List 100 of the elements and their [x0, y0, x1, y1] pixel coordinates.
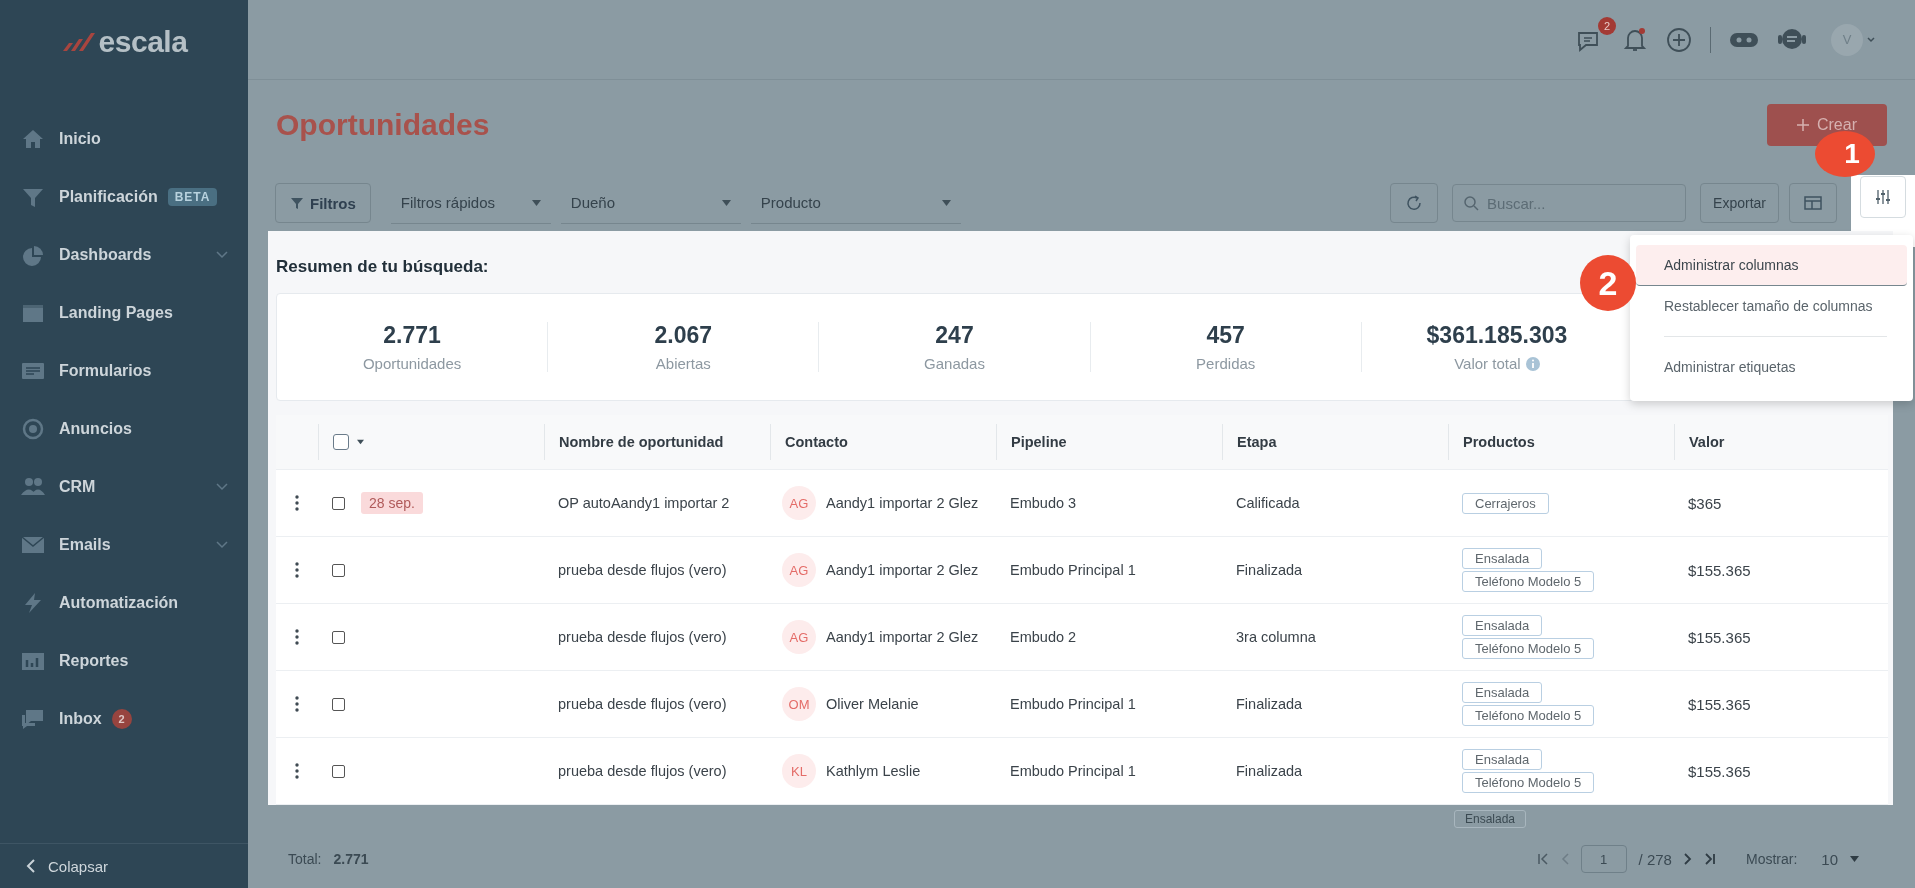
sidebar-item[interactable]: Anuncios — [0, 400, 248, 458]
page-count: / 278 — [1638, 850, 1672, 868]
row-checkbox[interactable] — [332, 630, 345, 644]
sliders-icon — [1875, 189, 1891, 205]
table-cell-text: Embudo 3 — [1009, 495, 1078, 511]
beta-badge: BETA — [167, 188, 218, 206]
table-cell-text: Finalizada — [1235, 696, 1304, 712]
stat-label: Perdidas — [1196, 355, 1256, 372]
contact-name: Oliver Melanie — [826, 696, 919, 712]
settings-button[interactable] — [1860, 176, 1906, 218]
row-checkbox[interactable] — [332, 496, 345, 510]
table-cell-text: prueba desde flujos (vero) — [557, 562, 728, 578]
caret-down-icon[interactable] — [1850, 856, 1859, 862]
show-label: Mostrar: — [1745, 851, 1798, 867]
product-tag: Ensalada — [1454, 810, 1527, 828]
table-cell-text: Finalizada — [1235, 763, 1304, 779]
sidebar-item[interactable]: Inicio — [0, 110, 248, 168]
stat-value: 2.771 — [383, 322, 441, 349]
column-header[interactable]: Etapa — [1222, 424, 1448, 460]
column-header[interactable]: Contacto — [770, 424, 996, 460]
stat-value: 2.067 — [654, 322, 713, 349]
more-vertical-icon[interactable] — [295, 696, 299, 712]
stat-label: Valor total — [1454, 355, 1521, 372]
table-cell-text: $365 — [1687, 494, 1723, 512]
bell-icon[interactable] — [1622, 25, 1648, 54]
export-button[interactable]: Exportar — [1700, 183, 1779, 223]
sidebar-item[interactable]: CRM — [0, 458, 248, 516]
chevron-right-icon[interactable] — [1683, 853, 1692, 865]
product-tag: Ensalada — [1462, 749, 1543, 770]
stat-value: 457 — [1206, 322, 1245, 349]
product-tag: Teléfono Modelo 5 — [1462, 638, 1595, 659]
funnel-icon — [290, 196, 304, 210]
layout-button[interactable] — [1789, 183, 1837, 223]
sidebar-item[interactable]: Planificación BETA — [0, 168, 248, 226]
table-cell-text: Embudo Principal 1 — [1009, 763, 1137, 779]
row-checkbox[interactable] — [332, 697, 345, 711]
more-vertical-icon[interactable] — [295, 562, 299, 578]
table-cell-text: Embudo Principal 1 — [1009, 696, 1137, 712]
last-page-icon[interactable] — [1703, 853, 1716, 865]
refresh-button[interactable] — [1390, 183, 1439, 223]
stat-label: Abiertas — [655, 355, 711, 372]
product-tag: Teléfono Modelo 5 — [1462, 571, 1595, 592]
chevron-left-icon — [26, 858, 36, 874]
caret-down-icon — [941, 199, 951, 206]
contact-name: Aandy1 importar 2 Glez — [826, 629, 979, 645]
logo-text: escala — [98, 25, 188, 59]
notification-badge: 2 — [1598, 16, 1616, 35]
table-cell-text: $155.365 — [1687, 561, 1752, 579]
filters-button[interactable]: Filtros — [275, 183, 371, 223]
contact-name: Aandy1 importar 2 Glez — [826, 562, 979, 578]
stat-value: 247 — [935, 322, 974, 349]
people-icon — [21, 476, 45, 498]
column-header[interactable]: Nombre de oportunidad — [544, 424, 770, 460]
filter-dropdown[interactable]: Producto — [750, 182, 961, 224]
filter-dropdown[interactable]: Dueño — [560, 182, 741, 224]
page-title: Oportunidades — [276, 108, 490, 142]
table-cell-text: $155.365 — [1687, 628, 1752, 646]
target-icon — [21, 418, 45, 440]
stat-label: Oportunidades — [362, 355, 462, 372]
sidebar-item[interactable]: Inbox 2 — [0, 690, 248, 748]
caret-down-icon — [721, 199, 731, 206]
row-checkbox[interactable] — [332, 563, 345, 577]
refresh-icon — [1405, 194, 1424, 212]
sidebar-item[interactable]: Landing Pages — [0, 284, 248, 342]
menu-item[interactable]: Administrar etiquetas — [1636, 347, 1907, 387]
select-all-checkbox[interactable] — [333, 434, 349, 450]
filter-dropdown[interactable]: Filtros rápidos — [390, 182, 551, 224]
contact-avatar: AG — [782, 553, 816, 587]
count-badge: 2 — [111, 709, 132, 729]
chevron-down-icon — [216, 541, 228, 549]
page-icon — [21, 302, 45, 324]
funnel-icon — [21, 186, 45, 208]
sidebar-item[interactable]: Dashboards — [0, 226, 248, 284]
table-cell-text: OP autoAandy1 importar 2 — [557, 495, 731, 511]
plus-icon — [1797, 119, 1809, 131]
add-circle-icon[interactable] — [1666, 26, 1692, 53]
column-header[interactable]: Valor — [1674, 424, 1888, 460]
total-value: 2.771 — [333, 851, 369, 867]
row-checkbox[interactable] — [332, 764, 345, 778]
chevron-down-icon — [216, 251, 228, 259]
contact-name: Kathlym Leslie — [826, 763, 921, 779]
sidebar-item[interactable]: Emails — [0, 516, 248, 574]
more-vertical-icon[interactable] — [295, 495, 299, 511]
form-icon — [21, 360, 45, 382]
total-label: Total: — [288, 851, 322, 867]
sidebar-item[interactable]: Reportes — [0, 632, 248, 690]
column-header[interactable]: Productos — [1448, 424, 1674, 460]
more-vertical-icon[interactable] — [295, 629, 299, 645]
caret-down-icon — [531, 199, 541, 206]
column-header[interactable]: Pipeline — [996, 424, 1222, 460]
first-page-icon[interactable] — [1536, 853, 1549, 865]
home-icon — [21, 128, 45, 150]
sidebar-item[interactable]: Formularios — [0, 342, 248, 400]
table-cell-text: $155.365 — [1687, 762, 1752, 780]
menu-item[interactable]: Administrar columnas — [1636, 245, 1907, 286]
product-tag: Teléfono Modelo 5 — [1462, 705, 1595, 726]
menu-item[interactable]: Restablecer tamaño de columnas — [1636, 286, 1907, 326]
sidebar-item[interactable]: Automatización — [0, 574, 248, 632]
caret-down-icon[interactable] — [357, 439, 364, 445]
more-vertical-icon[interactable] — [295, 763, 299, 779]
